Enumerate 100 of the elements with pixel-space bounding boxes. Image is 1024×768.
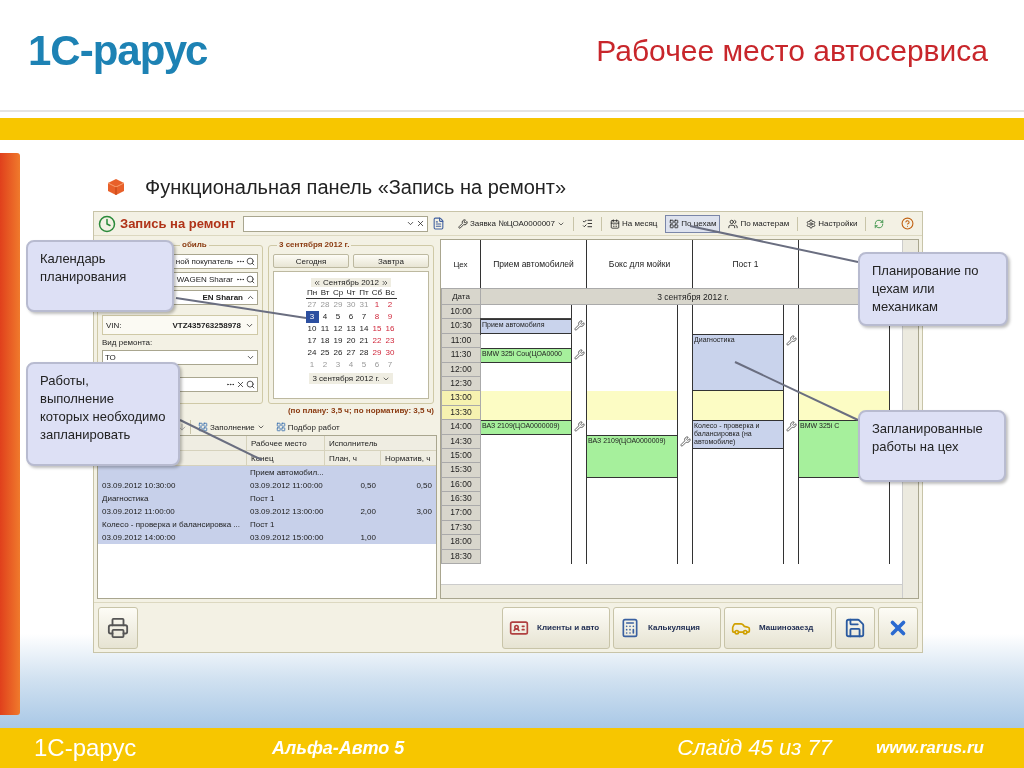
table-row[interactable]: 03.09.2012 11:00:00 03.09.2012 13:00:00 2,00 3,00 xyxy=(98,505,436,518)
table-cell-text: 0,50 xyxy=(415,480,433,492)
wrench-icon xyxy=(786,421,797,433)
calendar-day[interactable]: 4 xyxy=(318,311,332,323)
calendar-day[interactable]: 19 xyxy=(331,335,345,347)
column-header: Норматив, ч xyxy=(380,451,436,465)
column-header: Исполнитель xyxy=(324,436,436,450)
calendar-day[interactable]: 11 xyxy=(318,323,332,335)
wrench-icon xyxy=(574,320,585,332)
wrench-icon xyxy=(786,334,797,346)
date-picker[interactable]: 3 сентября 2012 г. xyxy=(309,373,393,384)
settings-button[interactable]: Настройки xyxy=(802,214,862,233)
calendar-day[interactable]: 15 xyxy=(370,323,384,335)
close-button[interactable] xyxy=(878,606,918,649)
clock-icon xyxy=(98,214,116,233)
calendar-day[interactable]: 8 xyxy=(370,311,384,323)
view-button[interactable]: По мастерам xyxy=(724,214,794,233)
day-button[interactable]: Завтра xyxy=(353,254,429,268)
bullet-text: Функциональная панель «Запись на ремонт» xyxy=(145,175,567,199)
table-cell-text: 03.09.2012 11:00:00 xyxy=(101,506,176,518)
caret-icon xyxy=(246,293,255,302)
table-row[interactable]: Прием автомобил... xyxy=(98,466,436,479)
arrow-down-icon xyxy=(177,422,187,432)
table-cell-text: 03.09.2012 15:00:00 xyxy=(249,532,324,544)
weekday-label: Пн xyxy=(305,287,319,299)
request-button[interactable]: Заявка №ЦОА0000007 xyxy=(453,214,569,233)
weekday-label: Чт xyxy=(344,287,358,299)
column-header: План, ч xyxy=(324,451,380,465)
table-row[interactable]: Колесо - проверка и балансировка ... Пост 1 xyxy=(98,518,436,531)
calendar-day[interactable]: 1 xyxy=(370,299,384,311)
calendar-day[interactable]: 18 xyxy=(318,335,332,347)
time-label: 17:00 xyxy=(441,506,481,521)
calendar-day[interactable]: 12 xyxy=(331,323,345,335)
view-button[interactable]: По цехам xyxy=(665,214,721,233)
action-button[interactable]: Машинозаезд xyxy=(724,606,832,649)
calendar-day[interactable]: 9 xyxy=(383,311,397,323)
hours-summary: (по плану: 3,5 ч; по нормативу: 3,5 ч) xyxy=(287,406,435,417)
month-label: Сентябрь 2012 xyxy=(323,278,379,287)
calendar-day[interactable]: 14 xyxy=(357,323,371,335)
weekday-label: Ср xyxy=(331,287,345,299)
calendar-day[interactable]: 30 xyxy=(383,347,397,359)
vin-field[interactable]: VIN: VTZ435763258978 xyxy=(102,315,258,335)
print-button[interactable] xyxy=(98,606,138,649)
calendar-day[interactable]: 23 xyxy=(383,335,397,347)
calendar-day[interactable]: 2 xyxy=(383,299,397,311)
calendar-day[interactable]: 6 xyxy=(344,311,358,323)
column-header: Рабочее место xyxy=(246,436,324,450)
table-cell-text: 03.09.2012 11:00:00 xyxy=(249,480,324,492)
calendar-day[interactable]: 26 xyxy=(331,347,345,359)
weekday-label: Вт xyxy=(318,287,332,299)
cube-icon xyxy=(107,178,125,196)
slide-number: Слайд 45 из 77 xyxy=(677,735,832,761)
calendar-day[interactable]: 7 xyxy=(357,311,371,323)
time-label: 15:30 xyxy=(441,463,481,478)
people-icon xyxy=(728,218,739,229)
calendar-day[interactable]: 28 xyxy=(357,347,371,359)
table-cell-text: Колесо - проверка и балансировка ... xyxy=(101,519,242,531)
time-label: 13:00 xyxy=(441,391,481,406)
caret-icon xyxy=(256,423,265,431)
combo-field[interactable] xyxy=(243,215,429,232)
table-cell-text: Диагностика xyxy=(101,493,150,505)
grid-icon xyxy=(669,218,680,229)
calendar-icon xyxy=(610,218,620,229)
table-cell-text: 0,50 xyxy=(359,480,377,492)
table-icon xyxy=(275,422,286,432)
search-icon xyxy=(246,380,255,389)
scrollbar[interactable] xyxy=(441,584,902,598)
weekday-label: Пт xyxy=(357,287,371,299)
calendar-day[interactable]: 27 xyxy=(344,347,358,359)
tool-button[interactable]: Подбор работ xyxy=(271,418,344,436)
calendar-day[interactable]: 21 xyxy=(357,335,371,347)
calendar-day[interactable]: 13 xyxy=(344,323,358,335)
time-label: 10:00 xyxy=(441,305,481,320)
search-icon xyxy=(246,257,255,266)
calendar-day[interactable]: 17 xyxy=(305,335,319,347)
wrench-icon xyxy=(680,435,691,447)
table-row[interactable]: Диагностика Пост 1 xyxy=(98,492,436,505)
calendar-day[interactable]: 29 xyxy=(370,347,384,359)
save-button[interactable] xyxy=(835,606,875,649)
action-button[interactable]: Клиенты и авто xyxy=(502,606,610,649)
tool-button[interactable]: Заполнение xyxy=(194,418,269,436)
table-row[interactable]: 03.09.2012 14:00:00 03.09.2012 15:00:00 1,00 xyxy=(98,531,436,544)
calendar-day[interactable]: 10 xyxy=(305,323,319,335)
action-button[interactable]: Калькуляция xyxy=(613,606,721,649)
day-button[interactable]: Сегодня xyxy=(273,254,349,268)
table-row[interactable]: 03.09.2012 10:30:00 03.09.2012 11:00:00 0,50 0,50 xyxy=(98,479,436,492)
table-cell-text: Прием автомобил... xyxy=(249,467,324,479)
calendar-day[interactable]: 20 xyxy=(344,335,358,347)
time-label: 16:30 xyxy=(441,492,481,507)
calendar-day[interactable]: 16 xyxy=(383,323,397,335)
view-button[interactable]: На месяц xyxy=(606,214,662,233)
table-cell-text: Пост 1 xyxy=(249,493,276,505)
calendar-day[interactable]: 24 xyxy=(305,347,319,359)
calendar-day[interactable]: 25 xyxy=(318,347,332,359)
calendar-day[interactable]: 3 xyxy=(305,311,319,323)
calendar-day[interactable]: 5 xyxy=(331,311,345,323)
wrench-icon xyxy=(457,218,468,229)
calendar-day[interactable]: 22 xyxy=(370,335,384,347)
wrench-icon xyxy=(574,421,585,433)
repair-label: Вид ремонта: xyxy=(102,338,154,347)
